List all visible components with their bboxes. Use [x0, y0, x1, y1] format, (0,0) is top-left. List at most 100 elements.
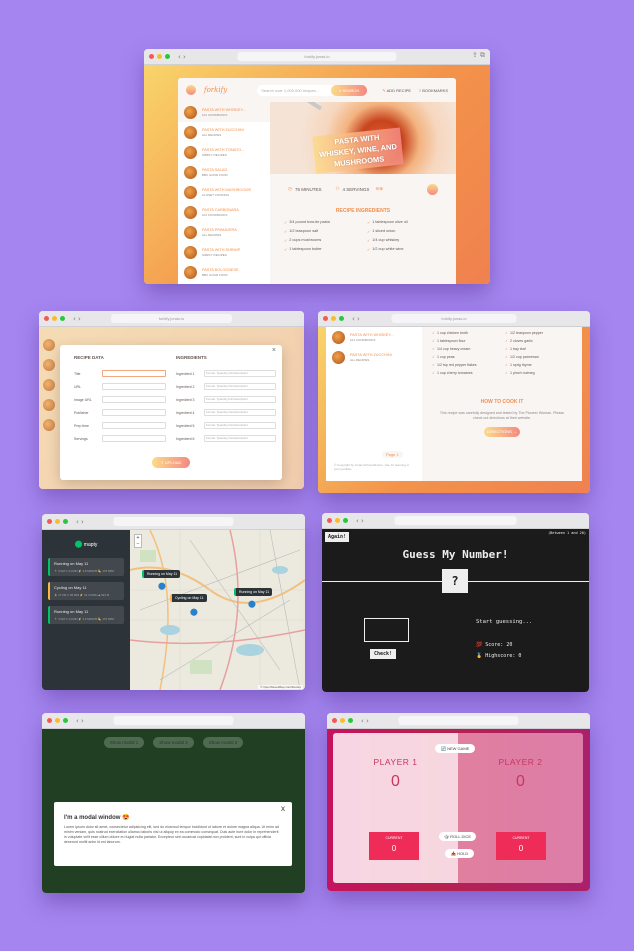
- check-button[interactable]: Check!: [370, 649, 397, 659]
- bookmark-button[interactable]: [427, 183, 438, 195]
- map[interactable]: + − Running on May 11 Cycling on May 11 R…: [130, 530, 305, 690]
- map-popup[interactable]: Running on May 11: [234, 588, 273, 596]
- result-item[interactable]: PASTA BOLOGNESE BBC GOOD FOOD: [178, 262, 270, 282]
- close-dot[interactable]: [323, 316, 328, 321]
- nav-arrows-icon[interactable]: ‹ ›: [76, 717, 84, 725]
- close-modal-button[interactable]: x: [281, 804, 285, 813]
- result-item[interactable]: PASTA WITH ZUCCHINI ALL RECIPES: [178, 122, 270, 142]
- hold-button[interactable]: 📥 HOLD: [445, 849, 475, 858]
- workout-card[interactable]: Running on May 11 🏃 3 KM ⏱ 14 MIN ⚡ 4.6 M…: [48, 606, 124, 624]
- ingredient-input[interactable]: Format: 'Quantity,Unit,Description': [204, 370, 276, 377]
- ingredient-input[interactable]: Format: 'Quantity,Unit,Description': [204, 396, 276, 403]
- maximize-dot[interactable]: [339, 316, 344, 321]
- maximize-dot[interactable]: [60, 316, 65, 321]
- workout-card[interactable]: Cycling on May 11 🚴 27 KM ⏱ 95 MIN ⚡ 16.4…: [48, 582, 124, 600]
- guess-input[interactable]: [364, 618, 409, 642]
- zoom-control[interactable]: + −: [134, 534, 142, 548]
- new-game-button[interactable]: 🔄 NEW GAME: [435, 744, 476, 753]
- close-dot[interactable]: [47, 718, 52, 723]
- maximize-dot[interactable]: [165, 54, 170, 59]
- result-publisher: ALL RECIPES: [350, 357, 370, 362]
- minimize-dot[interactable]: [157, 54, 162, 59]
- ingredient-input[interactable]: Format: 'Quantity,Unit,Description': [204, 409, 276, 416]
- result-item[interactable]: PASTA WITH ZUCCHINI ALL RECIPES: [326, 347, 422, 367]
- minimize-dot[interactable]: [335, 518, 340, 523]
- address-bar[interactable]: [398, 716, 519, 725]
- address-bar[interactable]: [113, 716, 234, 725]
- field-input[interactable]: [102, 396, 166, 403]
- minimize-dot[interactable]: [55, 718, 60, 723]
- map-marker-icon[interactable]: ⬤: [248, 600, 256, 608]
- field-input[interactable]: [102, 435, 166, 442]
- map-popup[interactable]: Running on May 11: [142, 570, 181, 578]
- nav-arrows-icon[interactable]: ‹ ›: [361, 717, 369, 725]
- search-label: SEARCH: [342, 87, 360, 93]
- field-input[interactable]: [102, 422, 166, 429]
- show-modal-button[interactable]: Show modal 3: [202, 737, 244, 748]
- address-bar[interactable]: forkify.jonas.io: [391, 314, 517, 323]
- close-dot[interactable]: [44, 316, 49, 321]
- pagination-button[interactable]: Page 1: [382, 451, 403, 458]
- roll-dice-button[interactable]: 🎲 ROLL DICE: [439, 832, 477, 841]
- address-bar[interactable]: forkify.jonas.io: [110, 314, 233, 323]
- minimize-dot[interactable]: [331, 316, 336, 321]
- address-bar[interactable]: [394, 516, 517, 525]
- maximize-dot[interactable]: [348, 718, 353, 723]
- maximize-dot[interactable]: [63, 519, 68, 524]
- bookmarks-button[interactable]: ⌑ BOOKMARKS: [419, 88, 448, 93]
- show-modal-button[interactable]: Show modal 2: [153, 737, 194, 748]
- share-icon[interactable]: ⇪ ⧉: [472, 51, 485, 60]
- nav-arrows-icon[interactable]: ‹ ›: [76, 518, 84, 526]
- result-item[interactable]: PASTA WITH MUSHROOMS CLOSET COOKING: [178, 182, 270, 202]
- close-dot[interactable]: [47, 519, 52, 524]
- ingredient-text: 1 cup cherry tomatoes: [437, 371, 473, 375]
- field-input[interactable]: [102, 383, 166, 390]
- workout-card[interactable]: Running on May 11 🏃 5 KM ⏱ 24 MIN ⚡ 4.8 M…: [48, 558, 124, 576]
- minimize-dot[interactable]: [52, 316, 57, 321]
- upload-button[interactable]: ⇪ UPLOAD: [152, 457, 190, 468]
- result-item[interactable]: PASTA WITH WHISKEY... 101 COOKBOOKS: [178, 102, 270, 122]
- search-button[interactable]: ⌕ SEARCH: [331, 84, 368, 96]
- map-marker-icon[interactable]: ⬤: [190, 608, 198, 616]
- map-marker-icon[interactable]: ⬤: [158, 582, 166, 590]
- maximize-dot[interactable]: [343, 518, 348, 523]
- ingredient-input[interactable]: Format: 'Quantity,Unit,Description': [204, 435, 276, 442]
- ingredient-input[interactable]: Format: 'Quantity,Unit,Description': [204, 422, 276, 429]
- servings-stepper[interactable]: ⊖⊕: [375, 186, 383, 192]
- ingredient-text: 1/2 teaspoon salt: [289, 229, 319, 233]
- ingredient: ✓ 1 cup chicken broth: [432, 331, 499, 335]
- result-item[interactable]: PASTA WITH SHRIMP SIMPLY RECIPES: [178, 242, 270, 262]
- map-popup[interactable]: Cycling on May 11: [170, 594, 207, 602]
- maximize-dot[interactable]: [63, 718, 68, 723]
- result-item[interactable]: PASTA WITH WHISKEY... 101 COOKBOOKS: [326, 327, 422, 347]
- nav-arrows-icon[interactable]: ‹ ›: [73, 315, 81, 323]
- field-input[interactable]: [102, 370, 166, 377]
- address-bar[interactable]: forkify.jonas.io: [237, 52, 397, 61]
- again-button[interactable]: Again!: [325, 532, 350, 542]
- logo: forkify: [204, 86, 228, 94]
- close-modal-button[interactable]: ×: [272, 347, 276, 354]
- address-bar[interactable]: [113, 517, 234, 526]
- directions-button[interactable]: DIRECTIONS →: [484, 427, 520, 437]
- nav-arrows-icon[interactable]: ‹ ›: [352, 315, 360, 323]
- field-input[interactable]: [102, 409, 166, 416]
- result-item[interactable]: PASTA SALAD BBC GOOD FOOD: [178, 162, 270, 182]
- nav-arrows-icon[interactable]: ‹ ›: [178, 53, 186, 61]
- ingredient: ✓ 1 sprig thyme: [505, 363, 572, 367]
- search-input[interactable]: Search over 1,000,000 recipes...: [257, 84, 342, 96]
- minimize-dot[interactable]: [340, 718, 345, 723]
- ingredient: ✓ 1 sliced onion: [367, 229, 442, 234]
- close-dot[interactable]: [149, 54, 154, 59]
- result-item[interactable]: PASTA WITH TOMATO... SIMPLY RECIPES: [178, 142, 270, 162]
- show-modal-button[interactable]: Show modal 1: [103, 737, 145, 748]
- result-item[interactable]: PASTA CARBONARA 101 COOKBOOKS: [178, 202, 270, 222]
- nav-arrows-icon[interactable]: ‹ ›: [356, 517, 364, 525]
- result-item[interactable]: PASTA PRIMAVERA ALL RECIPES: [178, 222, 270, 242]
- ingredient-input[interactable]: Format: 'Quantity,Unit,Description': [204, 383, 276, 390]
- minimize-dot[interactable]: [55, 519, 60, 524]
- player-2-score: 0: [516, 773, 525, 790]
- logo-text: mapty: [83, 542, 98, 548]
- close-dot[interactable]: [332, 718, 337, 723]
- close-dot[interactable]: [327, 518, 332, 523]
- add-recipe-button[interactable]: ✎ ADD RECIPE: [382, 88, 411, 93]
